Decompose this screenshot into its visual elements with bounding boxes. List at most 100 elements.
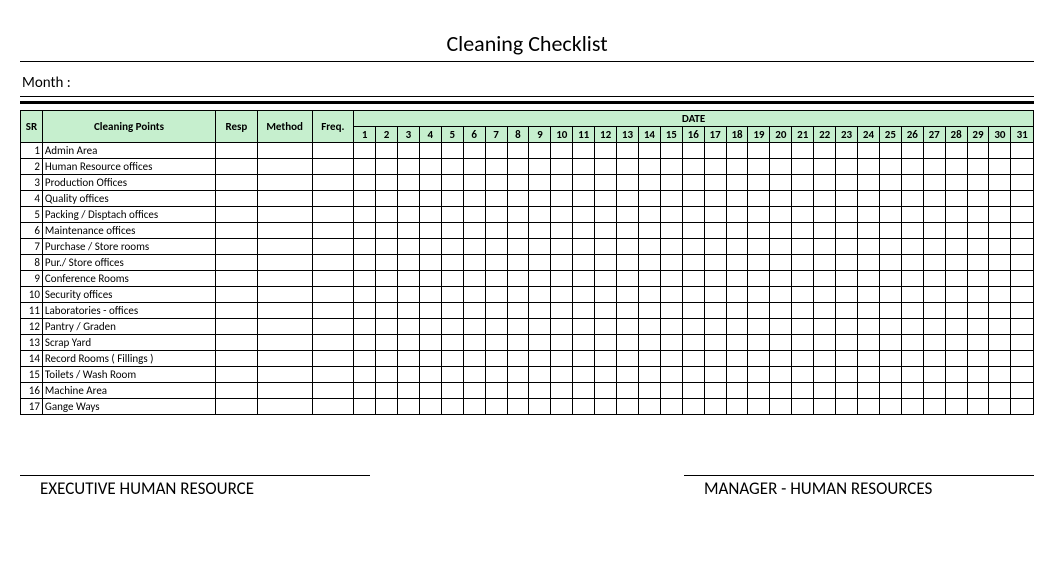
cell-day (967, 175, 989, 191)
cell-day (529, 223, 551, 239)
cell-day (901, 399, 923, 415)
cell-day (463, 223, 485, 239)
cell-day (967, 143, 989, 159)
cell-day (485, 399, 507, 415)
header-day-7: 7 (485, 127, 507, 143)
cell-day (507, 303, 529, 319)
cell-day (682, 239, 704, 255)
cell-day (441, 399, 463, 415)
cell-day (638, 223, 660, 239)
cell-day (1011, 255, 1034, 271)
cell-day (354, 351, 376, 367)
cell-day (595, 303, 617, 319)
cell-day (507, 223, 529, 239)
cell-day (441, 191, 463, 207)
cell-day (660, 223, 682, 239)
cell-day (485, 191, 507, 207)
cell-day (726, 143, 748, 159)
cell-day (989, 175, 1011, 191)
cell-cleaning-point: Human Resource offices (42, 159, 215, 175)
cell-day (638, 335, 660, 351)
cell-day (419, 239, 441, 255)
cell-day (945, 271, 967, 287)
cell-day (419, 159, 441, 175)
cell-day (748, 175, 770, 191)
table-row: 5Packing / Disptach offices (21, 207, 1034, 223)
cell-day (529, 239, 551, 255)
cell-day (573, 255, 595, 271)
cell-day (858, 207, 880, 223)
cell-day (814, 287, 836, 303)
cell-freq (312, 159, 354, 175)
cell-day (814, 143, 836, 159)
cell-day (419, 319, 441, 335)
cell-day (726, 223, 748, 239)
cell-day (967, 319, 989, 335)
cell-day (660, 207, 682, 223)
cell-day (989, 319, 1011, 335)
cell-day (485, 383, 507, 399)
cell-day (836, 255, 858, 271)
header-cleaning-points: Cleaning Points (42, 111, 215, 143)
table-row: 9Conference Rooms (21, 271, 1034, 287)
cell-day (989, 239, 1011, 255)
cell-day (397, 223, 419, 239)
cell-day (726, 191, 748, 207)
cell-day (879, 271, 901, 287)
cell-day (682, 207, 704, 223)
cell-day (617, 287, 639, 303)
cell-day (682, 143, 704, 159)
cell-day (836, 287, 858, 303)
cell-day (573, 367, 595, 383)
cell-day (945, 159, 967, 175)
header-day-14: 14 (638, 127, 660, 143)
cell-day (529, 207, 551, 223)
cell-day (441, 175, 463, 191)
header-day-13: 13 (617, 127, 639, 143)
cell-day (617, 255, 639, 271)
cell-day (879, 255, 901, 271)
cell-day (638, 207, 660, 223)
table-row: 4Quality offices (21, 191, 1034, 207)
cell-day (704, 175, 726, 191)
cell-day (945, 255, 967, 271)
cell-day (1011, 303, 1034, 319)
header-day-23: 23 (836, 127, 858, 143)
cell-day (836, 383, 858, 399)
cell-day (792, 319, 814, 335)
cell-day (595, 399, 617, 415)
header-day-15: 15 (660, 127, 682, 143)
cell-day (507, 255, 529, 271)
table-row: 17Gange Ways (21, 399, 1034, 415)
cell-day (354, 207, 376, 223)
cell-day (485, 159, 507, 175)
cell-day (595, 159, 617, 175)
cell-day (682, 351, 704, 367)
cell-day (573, 175, 595, 191)
cell-day (792, 191, 814, 207)
cell-day (748, 399, 770, 415)
cell-day (660, 367, 682, 383)
cell-day (354, 159, 376, 175)
cell-day (397, 351, 419, 367)
cell-day (397, 239, 419, 255)
cell-day (573, 271, 595, 287)
cell-day (638, 271, 660, 287)
cell-sr: 4 (21, 191, 43, 207)
cell-day (463, 271, 485, 287)
cell-day (376, 351, 398, 367)
cell-sr: 16 (21, 383, 43, 399)
cell-day (638, 287, 660, 303)
cell-freq (312, 351, 354, 367)
cell-freq (312, 255, 354, 271)
cell-cleaning-point: Pur./ Store offices (42, 255, 215, 271)
checklist-table: SR Cleaning Points Resp Method Freq. DAT… (20, 110, 1034, 415)
cell-cleaning-point: Toilets / Wash Room (42, 367, 215, 383)
cell-day (945, 351, 967, 367)
cell-day (770, 143, 792, 159)
cell-day (397, 399, 419, 415)
table-row: 1Admin Area (21, 143, 1034, 159)
cell-day (879, 287, 901, 303)
header-day-24: 24 (858, 127, 880, 143)
cell-day (463, 207, 485, 223)
